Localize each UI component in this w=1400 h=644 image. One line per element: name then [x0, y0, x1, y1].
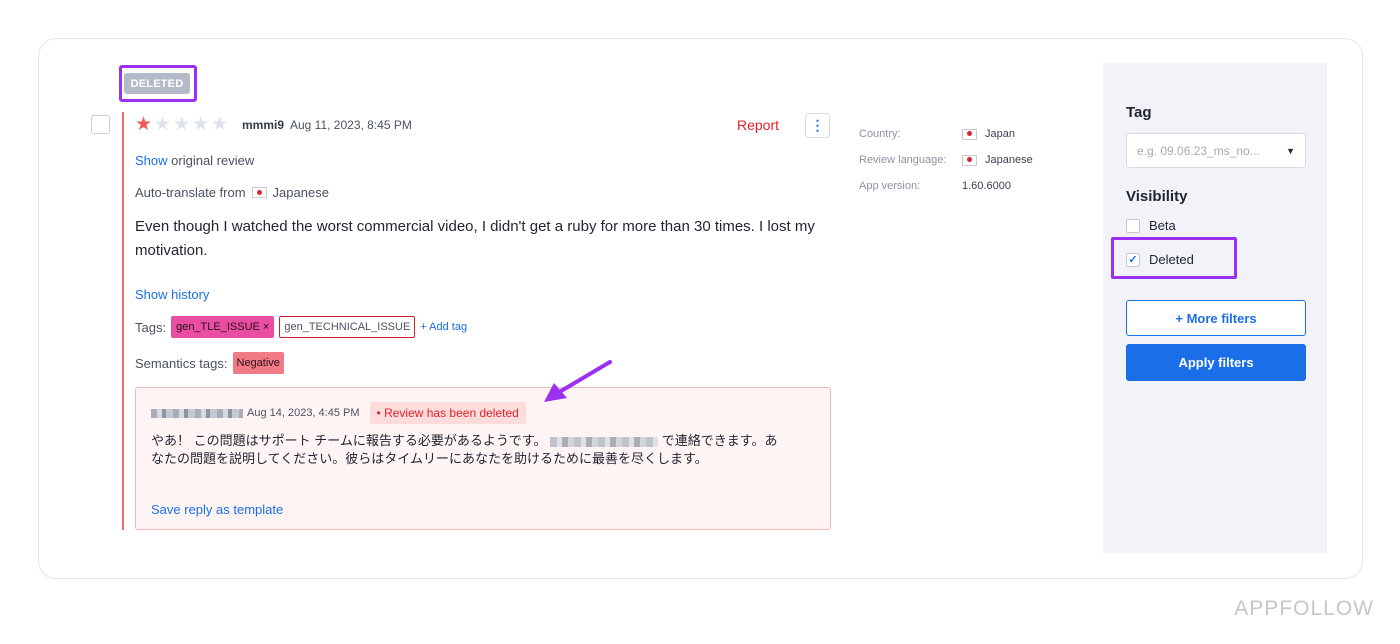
- semantics-row: Semantics tags: Negative: [135, 352, 284, 374]
- annotation-highlight-deleted: [1111, 237, 1237, 279]
- review-author: mmmi9: [242, 118, 285, 132]
- redacted-author: [151, 408, 243, 418]
- reply-text-part1: やあ！ この問題はサポート チームに報告する必要があるようです。: [151, 433, 547, 448]
- apply-filters-button[interactable]: Apply filters: [1126, 344, 1306, 381]
- japan-flag-icon: [962, 128, 977, 140]
- more-actions-button[interactable]: ⋮: [805, 113, 830, 138]
- auto-translate-label: Auto-translate from: [135, 185, 246, 200]
- review-select-checkbox[interactable]: [91, 115, 110, 134]
- beta-label: Beta: [1149, 218, 1176, 233]
- tags-label: Tags:: [135, 319, 167, 335]
- review-text: Even though I watched the worst commerci…: [135, 218, 815, 259]
- deleted-rule: [122, 112, 124, 530]
- reply-text: やあ！ この問題はサポート チームに報告する必要があるようです。 で連絡できます…: [151, 432, 781, 468]
- more-filters-button[interactable]: + More filters: [1126, 300, 1306, 336]
- show-original-link[interactable]: Show: [135, 153, 168, 168]
- visibility-heading: Visibility: [1126, 188, 1188, 205]
- show-original-row: Show original review: [135, 153, 254, 168]
- redacted-contact: [550, 436, 659, 447]
- save-reply-template-link[interactable]: Save reply as template: [151, 502, 283, 517]
- review-language-value-row: Japanese: [962, 147, 1033, 173]
- status-badge: DELETED: [124, 73, 190, 94]
- app-version-value-row: 1.60.6000: [962, 173, 1033, 199]
- reply-meta: Aug 14, 2023, 4:45 PM • Review has been …: [151, 402, 526, 424]
- review-deleted-notice: • Review has been deleted: [369, 402, 526, 424]
- rating-stars: ★ ★ ★ ★ ★: [135, 115, 228, 135]
- country-label: Country:: [859, 128, 901, 140]
- star-icon: ★: [173, 114, 191, 135]
- visibility-option-beta[interactable]: Beta: [1126, 218, 1176, 233]
- tag-chip[interactable]: gen_TECHNICAL_ISSUE: [279, 316, 416, 338]
- tag-chip[interactable]: gen_TLE_ISSUE ×: [171, 316, 275, 338]
- review-language-value: Japanese: [985, 154, 1033, 166]
- review-language-label: Review language:: [859, 154, 947, 166]
- meta-labels: Country: Review language: App version:: [859, 121, 946, 199]
- star-icon: ★: [135, 114, 153, 135]
- annotation-arrow-icon: [544, 360, 612, 402]
- add-tag-link[interactable]: + Add tag: [420, 321, 467, 333]
- tag-filter-placeholder: e.g. 09.06.23_ms_no...: [1137, 143, 1260, 158]
- star-icon: ★: [154, 114, 172, 135]
- show-original-suffix: original review: [167, 153, 255, 168]
- report-link[interactable]: Report: [737, 117, 779, 133]
- show-history-link[interactable]: Show history: [135, 287, 209, 302]
- tags-row: Tags: gen_TLE_ISSUE × gen_TECHNICAL_ISSU…: [135, 316, 467, 338]
- tag-filter-heading: Tag: [1126, 104, 1152, 121]
- tag-filter-select[interactable]: e.g. 09.06.23_ms_no... ▼: [1126, 133, 1306, 168]
- appfollow-watermark: APPFOLLOW: [1234, 597, 1374, 620]
- app-version-value: 1.60.6000: [962, 180, 1011, 192]
- semantics-label: Semantics tags:: [135, 355, 228, 371]
- country-value-row: Japan: [962, 121, 1033, 147]
- star-icon: ★: [192, 114, 210, 135]
- japan-flag-icon: [962, 154, 977, 166]
- japan-flag-icon: [251, 187, 267, 198]
- meta-values: Japan Japanese 1.60.6000: [962, 121, 1033, 199]
- semantic-tag-chip: Negative: [232, 352, 284, 374]
- source-language: Japanese: [272, 185, 329, 200]
- app-version-label: App version:: [859, 180, 921, 192]
- beta-checkbox[interactable]: [1126, 218, 1140, 233]
- review-date: Aug 11, 2023, 8:45 PM: [290, 118, 412, 132]
- kebab-icon: ⋮: [810, 117, 825, 133]
- reply-date: Aug 14, 2023, 4:45 PM: [247, 407, 360, 419]
- auto-translate-row: Auto-translate from Japanese: [135, 185, 329, 200]
- chevron-down-icon: ▼: [1286, 145, 1295, 156]
- star-icon: ★: [211, 114, 229, 135]
- country-value: Japan: [985, 128, 1015, 140]
